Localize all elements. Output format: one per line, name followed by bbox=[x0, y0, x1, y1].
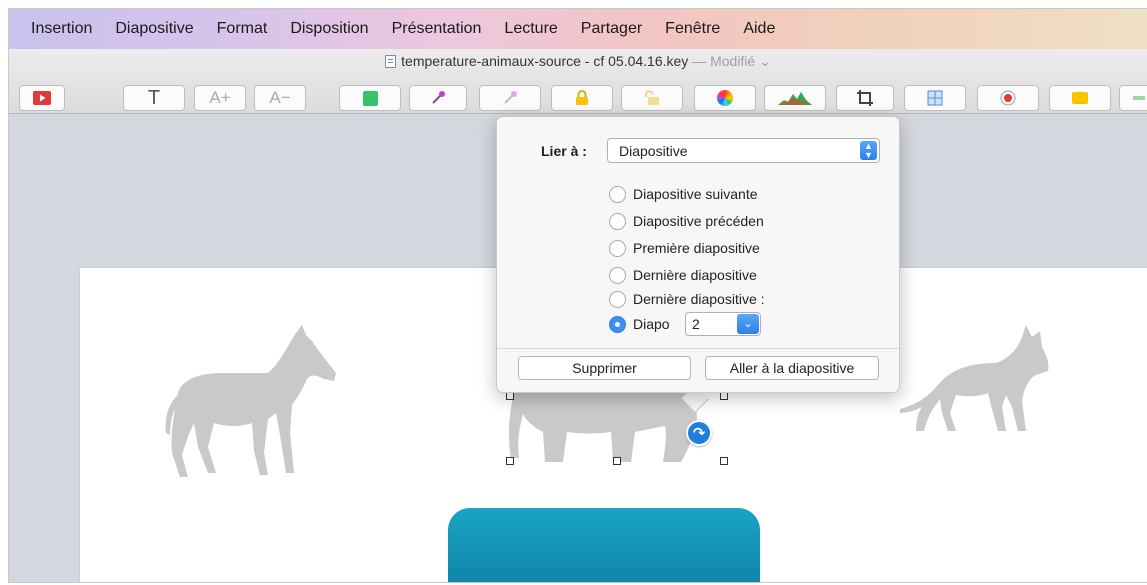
radio-label: Dernière diapositive bbox=[633, 267, 757, 283]
radio-circle-icon bbox=[609, 212, 626, 230]
record-button[interactable] bbox=[977, 85, 1039, 111]
select-stepper-icon: ▲ ▼ bbox=[860, 141, 877, 160]
go-to-slide-button[interactable]: Aller à la diapositive bbox=[705, 356, 879, 380]
menu-aide[interactable]: Aide bbox=[743, 20, 775, 38]
animal-silhouette-center[interactable] bbox=[505, 388, 705, 463]
wolf-silhouette[interactable] bbox=[900, 323, 1050, 433]
radio-selected-icon bbox=[609, 315, 626, 333]
go-to-slide-label: Aller à la diapositive bbox=[729, 360, 855, 376]
radio-circle-icon bbox=[609, 239, 626, 257]
radio-label: Première diapositive bbox=[633, 240, 760, 256]
color-button[interactable] bbox=[694, 85, 756, 111]
menu-lecture[interactable]: Lecture bbox=[504, 20, 557, 38]
share-icon bbox=[1133, 96, 1145, 100]
color-wheel-icon bbox=[717, 90, 733, 106]
modified-status[interactable]: Modifié ⌄ bbox=[710, 53, 771, 69]
crop-icon bbox=[857, 90, 873, 106]
menu-disposition[interactable]: Disposition bbox=[290, 20, 368, 38]
menu-format[interactable]: Format bbox=[217, 20, 268, 38]
crop-button[interactable] bbox=[836, 85, 894, 111]
eyedropper-disabled-button[interactable] bbox=[479, 85, 541, 111]
menu-insertion[interactable]: Insertion bbox=[31, 20, 92, 38]
radio-slide-number[interactable]: Diapo bbox=[609, 314, 670, 334]
teal-shape[interactable] bbox=[448, 508, 760, 582]
menu-bar: Insertion Diapositive Format Disposition… bbox=[9, 9, 1147, 49]
menu-presentation[interactable]: Présentation bbox=[392, 20, 482, 38]
menu-partager[interactable]: Partager bbox=[581, 20, 642, 38]
selection-handle-bottom-right[interactable] bbox=[720, 457, 728, 465]
radio-label: Diapositive précéden bbox=[633, 213, 764, 229]
font-bigger-button[interactable]: A+ bbox=[194, 85, 246, 111]
unlock-icon bbox=[645, 90, 659, 105]
mask-icon bbox=[927, 90, 943, 106]
radio-circle-icon bbox=[609, 290, 626, 308]
comment-button[interactable] bbox=[1049, 85, 1111, 111]
chevron-down-icon: ⌄ bbox=[737, 314, 759, 334]
link-to-label: Lier à : bbox=[541, 143, 587, 159]
shape-icon bbox=[362, 90, 378, 106]
eyedropper-icon bbox=[432, 91, 445, 104]
radio-last-slide[interactable]: Dernière diapositive bbox=[609, 265, 757, 285]
font-smaller-button[interactable]: A− bbox=[254, 85, 306, 111]
eyedropper-button[interactable] bbox=[409, 85, 467, 111]
radio-next-slide[interactable]: Diapositive suivante bbox=[609, 184, 758, 204]
horse-silhouette[interactable] bbox=[160, 323, 340, 483]
slide-number-select[interactable]: 2 ⌄ bbox=[685, 312, 761, 336]
radio-circle-icon bbox=[609, 266, 626, 284]
app-window: Insertion Diapositive Format Disposition… bbox=[8, 8, 1147, 583]
eyedropper-disabled-icon bbox=[504, 91, 517, 104]
radio-label: Dernière diapositive : bbox=[633, 291, 765, 307]
selection-handle-bottom-center[interactable] bbox=[613, 457, 621, 465]
radio-label: Diapositive suivante bbox=[633, 186, 758, 202]
adjust-image-icon bbox=[778, 92, 812, 105]
link-to-value: Diapositive bbox=[619, 143, 688, 159]
document-title-bar: temperature-animaux-source - cf 05.04.16… bbox=[9, 53, 1147, 70]
text-icon: T bbox=[147, 86, 161, 109]
mask-button[interactable] bbox=[904, 85, 966, 111]
menu-fenetre[interactable]: Fenêtre bbox=[665, 20, 720, 38]
link-popover: Lier à : Diapositive ▲ ▼ Diapositive suiv… bbox=[496, 116, 900, 393]
record-icon bbox=[1000, 90, 1016, 106]
title-separator: — bbox=[692, 53, 707, 69]
radio-previous-slide[interactable]: Diapositive précéden bbox=[609, 211, 764, 231]
play-button[interactable] bbox=[19, 85, 65, 111]
toolbar: temperature-animaux-source - cf 05.04.16… bbox=[9, 49, 1147, 114]
selection-handle-top-right[interactable] bbox=[720, 392, 728, 400]
adjust-image-button[interactable] bbox=[764, 85, 826, 111]
remove-link-button[interactable]: Supprimer bbox=[518, 356, 691, 380]
radio-label: Diapo bbox=[633, 316, 670, 332]
selection-handle-bottom-left[interactable] bbox=[506, 457, 514, 465]
radio-first-slide[interactable]: Première diapositive bbox=[609, 238, 760, 258]
remove-link-label: Supprimer bbox=[572, 360, 637, 376]
font-smaller-icon: A− bbox=[269, 88, 291, 107]
slide-number-value: 2 bbox=[692, 316, 700, 332]
lock-icon bbox=[576, 90, 588, 105]
font-bigger-icon: A+ bbox=[209, 88, 231, 107]
link-to-select[interactable]: Diapositive ▲ ▼ bbox=[607, 138, 880, 163]
menu-diapositive[interactable]: Diapositive bbox=[115, 20, 193, 38]
share-button[interactable] bbox=[1119, 85, 1147, 111]
comment-icon bbox=[1072, 92, 1088, 104]
popover-divider bbox=[497, 348, 899, 349]
link-badge-icon[interactable]: ↷ bbox=[686, 420, 712, 446]
play-icon bbox=[33, 91, 51, 105]
lock-button[interactable] bbox=[551, 85, 613, 111]
document-title: temperature-animaux-source - cf 05.04.16… bbox=[401, 53, 689, 69]
text-box-button[interactable]: T bbox=[123, 85, 185, 111]
radio-last-viewed-slide[interactable]: Dernière diapositive : bbox=[609, 289, 765, 309]
selection-handle-top-left[interactable] bbox=[506, 392, 514, 400]
shape-button[interactable] bbox=[339, 85, 401, 111]
document-file-icon bbox=[385, 55, 397, 68]
radio-circle-icon bbox=[609, 185, 626, 203]
unlock-button[interactable] bbox=[621, 85, 683, 111]
